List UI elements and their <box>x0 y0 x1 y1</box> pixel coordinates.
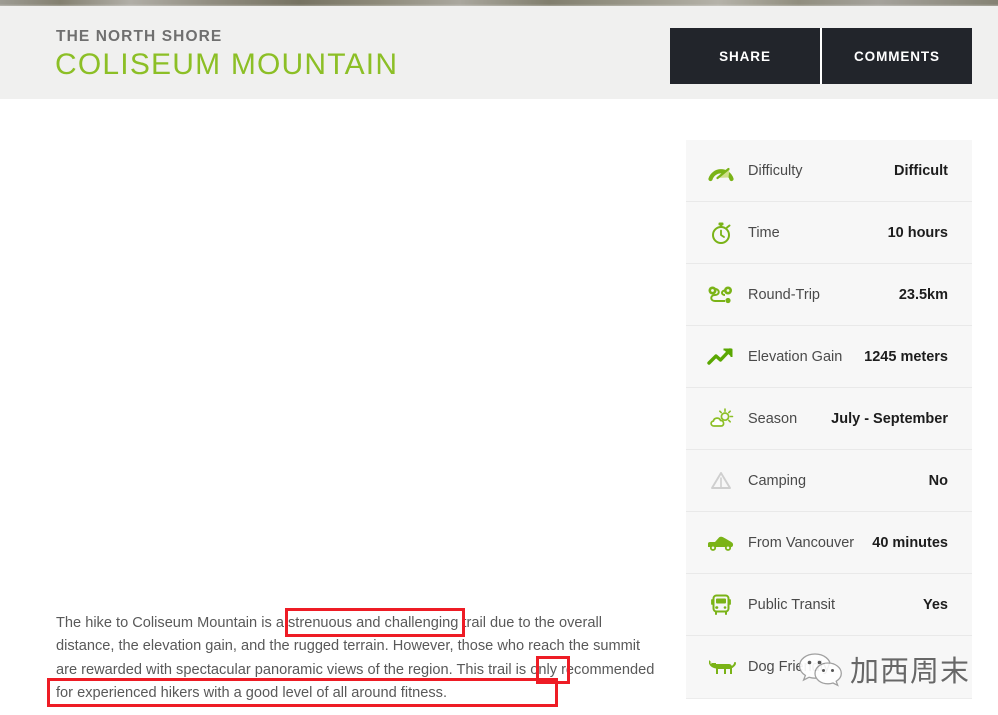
info-label-elevation-gain: Elevation Gain <box>748 348 843 365</box>
sun-cloud-icon <box>704 404 738 434</box>
info-value-public-transit: Yes <box>923 596 948 613</box>
info-row-time: Time 10 hours <box>686 202 972 264</box>
speedometer-icon <box>704 156 738 186</box>
dog-icon <box>704 652 738 682</box>
comments-button[interactable]: COMMENTS <box>820 28 972 84</box>
header-actions: SHARE COMMENTS <box>670 28 972 84</box>
breadcrumb-region: THE NORTH SHORE <box>56 28 223 45</box>
info-value-difficulty: Difficult <box>894 162 948 179</box>
info-row-from-vancouver: From Vancouver 40 minutes <box>686 512 972 574</box>
info-row-difficulty: Difficulty Difficult <box>686 140 972 202</box>
info-row-season: Season July - September <box>686 388 972 450</box>
page-root: THE NORTH SHORE COLISEUM MOUNTAIN SHARE … <box>0 0 998 715</box>
info-row-round-trip: Round-Trip 23.5km <box>686 264 972 326</box>
info-value-from-vancouver: 40 minutes <box>872 534 948 551</box>
info-label-from-vancouver: From Vancouver <box>748 534 855 551</box>
info-label-round-trip: Round-Trip <box>748 286 820 303</box>
trending-up-icon <box>704 342 738 372</box>
trail-description: The hike to Coliseum Mountain is a stren… <box>56 615 655 701</box>
info-value-time: 10 hours <box>887 224 948 241</box>
page-header: THE NORTH SHORE COLISEUM MOUNTAIN SHARE … <box>0 6 998 99</box>
info-value-elevation-gain: 1245 meters <box>864 348 948 365</box>
info-label-camping: Camping <box>748 472 807 489</box>
tent-icon <box>704 466 738 496</box>
info-row-public-transit: Public Transit Yes <box>686 574 972 636</box>
info-row-camping: Camping No <box>686 450 972 512</box>
info-label-season: Season <box>748 410 798 427</box>
bus-icon <box>704 590 738 620</box>
info-row-elevation-gain: Elevation Gain 1245 meters <box>686 326 972 388</box>
wechat-watermark: 加西周末 <box>798 648 970 690</box>
car-icon <box>704 528 738 558</box>
watermark-text: 加西周末 <box>850 654 971 688</box>
wechat-icon <box>798 650 844 688</box>
stopwatch-icon <box>704 218 738 248</box>
page-title: COLISEUM MOUNTAIN <box>55 48 399 81</box>
info-value-round-trip: 23.5km <box>898 286 948 303</box>
share-button[interactable]: SHARE <box>670 28 820 84</box>
info-label-public-transit: Public Transit <box>748 596 836 613</box>
trail-info-panel: Difficulty Difficult Time 10 hours Round… <box>686 140 972 699</box>
info-value-camping: No <box>928 472 948 489</box>
info-label-difficulty: Difficulty <box>748 162 803 179</box>
info-value-season: July - September <box>831 410 948 427</box>
route-icon <box>704 280 738 310</box>
info-label-time: Time <box>748 224 780 241</box>
